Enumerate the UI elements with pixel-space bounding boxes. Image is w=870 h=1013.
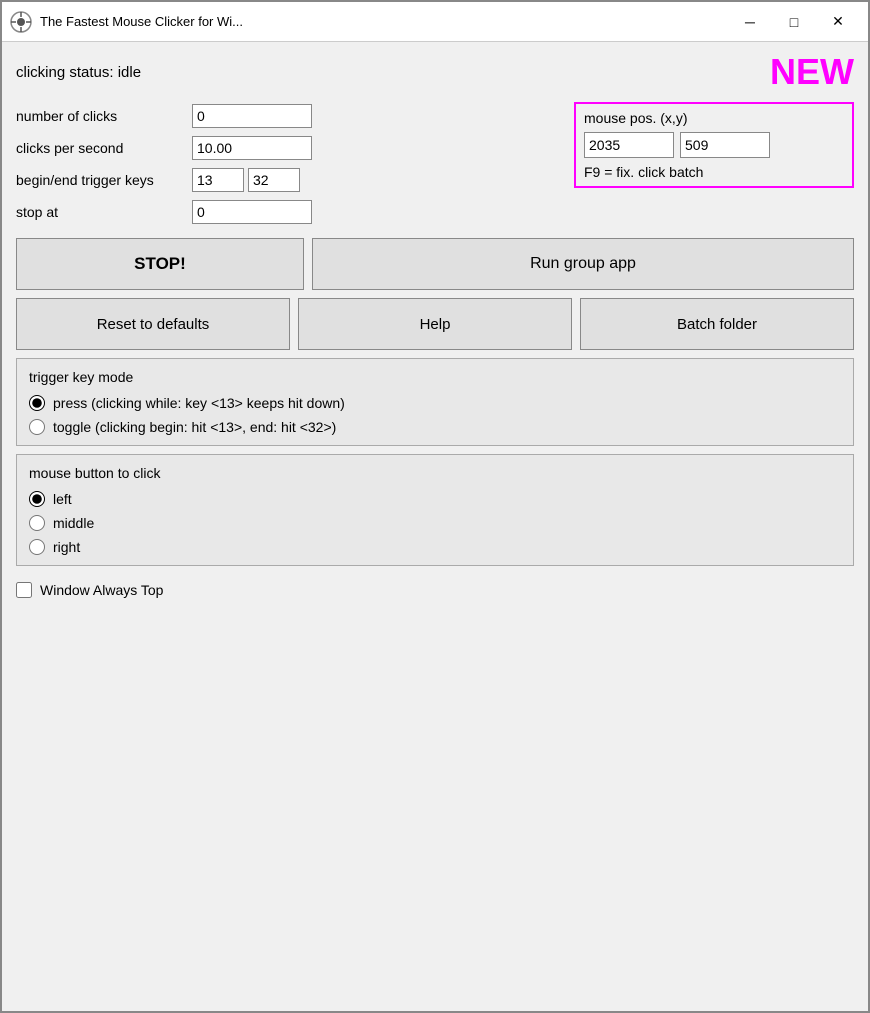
trigger-keys-row: begin/end trigger keys [16, 166, 566, 194]
number-of-clicks-input[interactable] [192, 104, 312, 128]
stop-at-input[interactable] [192, 200, 312, 224]
press-radio[interactable] [29, 395, 45, 411]
press-radio-label: press (clicking while: key <13> keeps hi… [53, 395, 345, 411]
close-button[interactable]: ✕ [816, 7, 860, 37]
trigger-inputs [192, 168, 300, 192]
right-radio-label: right [53, 539, 80, 555]
trigger-key-mode-section: trigger key mode press (clicking while: … [16, 358, 854, 446]
mouse-pos-x-input[interactable] [584, 132, 674, 158]
window-controls: ─ □ ✕ [728, 7, 860, 37]
middle-radio-row[interactable]: middle [29, 515, 841, 531]
stop-at-label: stop at [16, 204, 186, 220]
stop-at-row: stop at [16, 198, 566, 226]
run-group-button[interactable]: Run group app [312, 238, 854, 290]
number-of-clicks-label: number of clicks [16, 108, 186, 124]
status-text: clicking status: idle [16, 64, 141, 81]
middle-radio-label: middle [53, 515, 94, 531]
batch-folder-button[interactable]: Batch folder [580, 298, 854, 350]
mouse-pos-inputs [584, 132, 844, 158]
clicks-per-second-input[interactable] [192, 136, 312, 160]
press-radio-row[interactable]: press (clicking while: key <13> keeps hi… [29, 395, 841, 411]
fields-section: number of clicks clicks per second begin… [16, 102, 854, 226]
button-row-2: Reset to defaults Help Batch folder [16, 298, 854, 350]
window-always-top-row[interactable]: Window Always Top [16, 574, 854, 602]
mouse-pos-y-input[interactable] [680, 132, 770, 158]
f9-text: F9 = fix. click batch [584, 164, 844, 180]
right-radio[interactable] [29, 539, 45, 555]
window-title: The Fastest Mouse Clicker for Wi... [40, 14, 728, 29]
left-radio-label: left [53, 491, 72, 507]
new-badge: NEW [770, 54, 854, 90]
mouse-pos-panel: mouse pos. (x,y) F9 = fix. click batch [574, 102, 854, 188]
reset-defaults-button[interactable]: Reset to defaults [16, 298, 290, 350]
window-always-top-checkbox[interactable] [16, 582, 32, 598]
toggle-radio[interactable] [29, 419, 45, 435]
main-content: clicking status: idle NEW number of clic… [2, 42, 868, 1011]
left-radio-row[interactable]: left [29, 491, 841, 507]
main-window: The Fastest Mouse Clicker for Wi... ─ □ … [0, 0, 870, 1013]
help-button[interactable]: Help [298, 298, 572, 350]
number-of-clicks-row: number of clicks [16, 102, 566, 130]
toggle-radio-row[interactable]: toggle (clicking begin: hit <13>, end: h… [29, 419, 841, 435]
status-row: clicking status: idle NEW [16, 52, 854, 94]
trigger-key-mode-title: trigger key mode [29, 369, 841, 385]
trigger-key-begin-input[interactable] [192, 168, 244, 192]
mouse-button-section: mouse button to click left middle right [16, 454, 854, 566]
middle-radio[interactable] [29, 515, 45, 531]
clicks-per-second-row: clicks per second [16, 134, 566, 162]
trigger-keys-label: begin/end trigger keys [16, 172, 186, 188]
toggle-radio-label: toggle (clicking begin: hit <13>, end: h… [53, 419, 336, 435]
trigger-key-end-input[interactable] [248, 168, 300, 192]
left-fields: number of clicks clicks per second begin… [16, 102, 566, 226]
button-row-1: STOP! Run group app [16, 238, 854, 290]
mouse-pos-label: mouse pos. (x,y) [584, 110, 844, 126]
minimize-button[interactable]: ─ [728, 7, 772, 37]
right-radio-row[interactable]: right [29, 539, 841, 555]
app-icon [10, 11, 32, 33]
maximize-button[interactable]: □ [772, 7, 816, 37]
window-always-top-label: Window Always Top [40, 582, 163, 598]
clicks-per-second-label: clicks per second [16, 140, 186, 156]
stop-button[interactable]: STOP! [16, 238, 304, 290]
title-bar: The Fastest Mouse Clicker for Wi... ─ □ … [2, 2, 868, 42]
left-radio[interactable] [29, 491, 45, 507]
mouse-button-title: mouse button to click [29, 465, 841, 481]
